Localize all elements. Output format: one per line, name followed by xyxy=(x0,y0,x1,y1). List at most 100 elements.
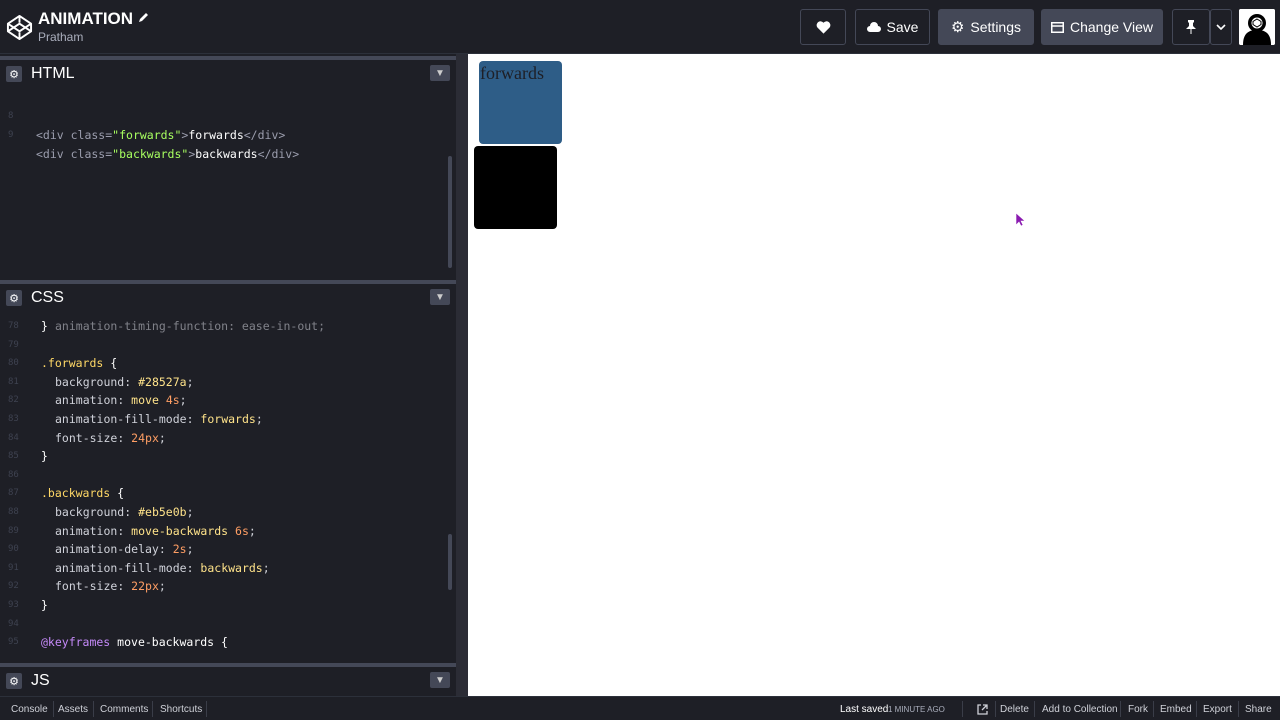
code-token: backwards xyxy=(200,560,263,575)
line-number: 85 xyxy=(8,451,19,462)
embed-button[interactable]: Embed xyxy=(1160,704,1192,715)
forwards-box: forwards xyxy=(479,61,562,144)
code-token: } xyxy=(41,319,48,333)
gear-icon[interactable]: ⚙ xyxy=(6,673,22,689)
preview-pane[interactable]: forwards xyxy=(468,54,1280,696)
code-punctuation: : xyxy=(158,542,173,557)
chevron-down-icon[interactable]: ▼ xyxy=(430,65,450,81)
line-number: 86 xyxy=(8,469,19,480)
code-token: backwards xyxy=(195,147,258,161)
code-token: .forwards xyxy=(41,356,104,371)
line-number: 91 xyxy=(8,562,19,573)
code-punctuation: ; xyxy=(262,560,270,575)
shortcuts-button[interactable]: Shortcuts xyxy=(160,704,202,715)
user-avatar-icon xyxy=(1239,9,1275,45)
settings-label: Settings xyxy=(970,19,1022,35)
mouse-cursor-icon xyxy=(1016,213,1026,227)
save-label: Save xyxy=(886,19,919,35)
code-punctuation: : xyxy=(186,560,201,575)
code-token: 6s xyxy=(235,523,249,538)
export-button[interactable]: Export xyxy=(1203,704,1232,715)
fork-button[interactable]: Fork xyxy=(1128,704,1148,715)
divider xyxy=(1238,701,1239,717)
pin-button[interactable] xyxy=(1172,9,1210,45)
share-button[interactable]: Share xyxy=(1245,704,1272,715)
code-token: </div> xyxy=(243,128,286,142)
divider xyxy=(1196,701,1197,717)
assets-button[interactable]: Assets xyxy=(58,704,88,715)
pin-menu-button[interactable] xyxy=(1210,9,1232,45)
code-token: <div class= xyxy=(36,147,113,161)
cloud-icon xyxy=(866,22,881,32)
line-number: 90 xyxy=(8,544,19,555)
divider xyxy=(152,701,153,717)
external-link-icon[interactable] xyxy=(977,704,988,715)
css-scrollbar[interactable] xyxy=(448,534,452,590)
code-token: forwards xyxy=(200,412,256,426)
line-number: 9 xyxy=(8,130,14,140)
chevron-down-icon[interactable]: ▼ xyxy=(430,672,450,688)
code-token: animation xyxy=(55,393,118,408)
resize-handle[interactable] xyxy=(456,54,468,696)
add-to-collection-button[interactable]: Add to Collection xyxy=(1042,704,1118,715)
code-token: animation-timing-function: ease-in-out; xyxy=(55,319,326,333)
divider xyxy=(1120,701,1121,717)
gear-icon[interactable]: ⚙ xyxy=(6,290,22,306)
author-name[interactable]: Pratham xyxy=(38,30,83,44)
divider xyxy=(93,701,94,717)
love-button[interactable] xyxy=(800,9,846,45)
code-token: forwards xyxy=(188,128,244,142)
status-bar: Console Assets Comments Shortcuts Last s… xyxy=(0,696,1280,720)
pencil-icon[interactable] xyxy=(138,11,150,23)
gear-icon[interactable]: ⚙ xyxy=(6,66,22,82)
js-panel-label: JS xyxy=(31,672,50,689)
line-number: 87 xyxy=(8,488,19,499)
last-saved-label: Last saved xyxy=(840,704,889,715)
code-token: "forwards" xyxy=(112,128,182,142)
code-line: 8 <div class="forwards">forwards</div> xyxy=(0,88,285,142)
code-punctuation: ; xyxy=(158,579,166,594)
code-punctuation: ; xyxy=(186,505,194,519)
code-punctuation: ; xyxy=(179,393,187,408)
chevron-down-icon[interactable]: ▼ xyxy=(430,289,450,305)
code-token: move xyxy=(131,393,159,408)
pen-title[interactable]: ANIMATION xyxy=(38,9,133,29)
code-token: 4s xyxy=(165,393,180,408)
code-token: #28527a xyxy=(138,374,187,389)
line-number: 88 xyxy=(8,507,19,517)
code-token: font-size xyxy=(55,579,118,594)
divider xyxy=(53,701,54,717)
code-token: 24px xyxy=(131,430,159,445)
line-number: 82 xyxy=(8,395,19,406)
code-token: 22px xyxy=(131,579,159,594)
css-code-editor[interactable]: animation-timing-function: ease-in-out; … xyxy=(0,312,456,662)
js-panel-header[interactable]: ⚙ JS ▼ xyxy=(0,663,456,695)
code-token: animation-fill-mode xyxy=(55,560,187,575)
code-punctuation: : xyxy=(117,430,132,445)
comments-button[interactable]: Comments xyxy=(100,704,148,715)
chevron-down-icon xyxy=(1216,24,1226,30)
html-code-editor[interactable]: 8 <div class="forwards">forwards</div> 9… xyxy=(0,88,456,278)
change-view-button[interactable]: Change View xyxy=(1041,9,1163,45)
html-scrollbar[interactable] xyxy=(448,156,452,268)
code-token: background xyxy=(55,374,125,389)
css-panel-header[interactable]: ⚙ CSS ▼ xyxy=(0,280,456,312)
heart-icon xyxy=(816,21,830,34)
codepen-logo-icon[interactable] xyxy=(6,14,33,41)
code-token: animation xyxy=(55,523,118,538)
line-number: 81 xyxy=(8,376,19,387)
avatar[interactable] xyxy=(1239,9,1275,45)
code-token: </div> xyxy=(257,147,300,161)
css-panel-label: CSS xyxy=(31,289,64,306)
save-button[interactable]: Save xyxy=(855,9,930,45)
code-token: #eb5e0b xyxy=(138,505,187,519)
line-number: 79 xyxy=(8,339,19,350)
console-button[interactable]: Console xyxy=(11,704,48,715)
html-panel-header[interactable]: ⚙ HTML ▼ xyxy=(0,56,456,88)
settings-button[interactable]: ⚙ Settings xyxy=(938,9,1034,45)
code-punctuation: : xyxy=(186,412,201,426)
code-punctuation: ; xyxy=(186,374,194,389)
line-number: 94 xyxy=(8,618,19,629)
delete-button[interactable]: Delete xyxy=(1000,704,1029,715)
code-token: move-backwards xyxy=(131,523,229,538)
